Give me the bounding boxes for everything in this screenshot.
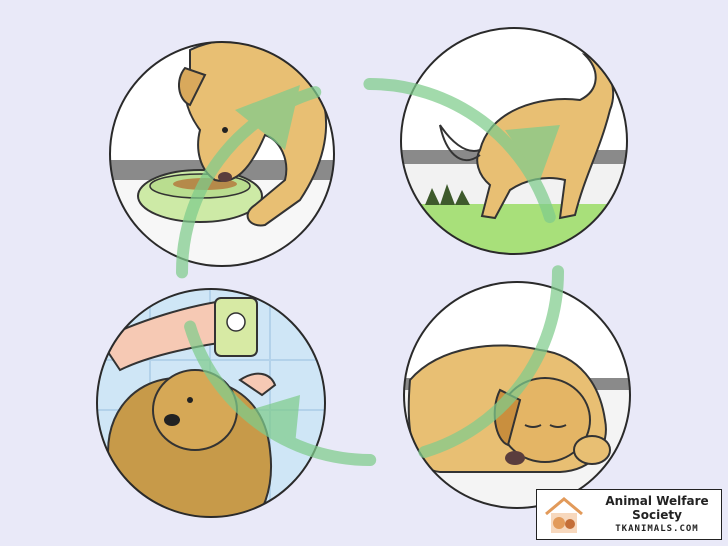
house-pets-icon [545,497,583,533]
dog-care-cycle-illustration [96,27,631,518]
watermark-title: Animal Welfare Society [605,494,709,522]
cycle-arrows [176,78,564,466]
watermark-logo: Animal Welfare Society TKANIMALS.COM [536,489,722,540]
panel-sleeping [403,281,631,509]
watermark-url: TKANIMALS.COM [615,524,699,534]
